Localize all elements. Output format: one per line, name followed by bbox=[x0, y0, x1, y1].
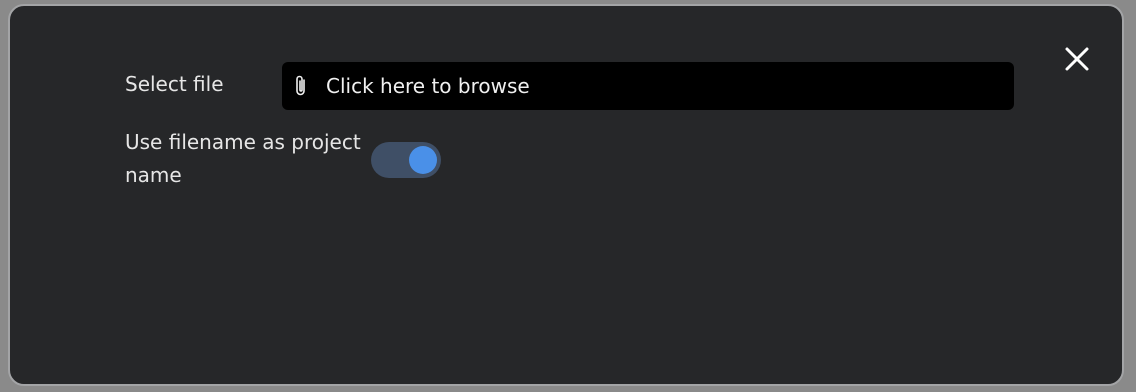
toggle-knob bbox=[409, 146, 437, 174]
close-button[interactable] bbox=[1060, 42, 1094, 76]
select-file-label: Select file bbox=[125, 72, 224, 96]
use-filename-toggle[interactable] bbox=[371, 142, 441, 178]
use-filename-label: Use filename as project name bbox=[125, 130, 361, 187]
import-dialog: Select file Click here to browse Use fil… bbox=[8, 4, 1124, 386]
paperclip-icon bbox=[292, 73, 310, 99]
file-browse-text: Click here to browse bbox=[326, 74, 530, 98]
file-browse-input[interactable]: Click here to browse bbox=[282, 62, 1014, 110]
close-icon bbox=[1065, 47, 1089, 71]
